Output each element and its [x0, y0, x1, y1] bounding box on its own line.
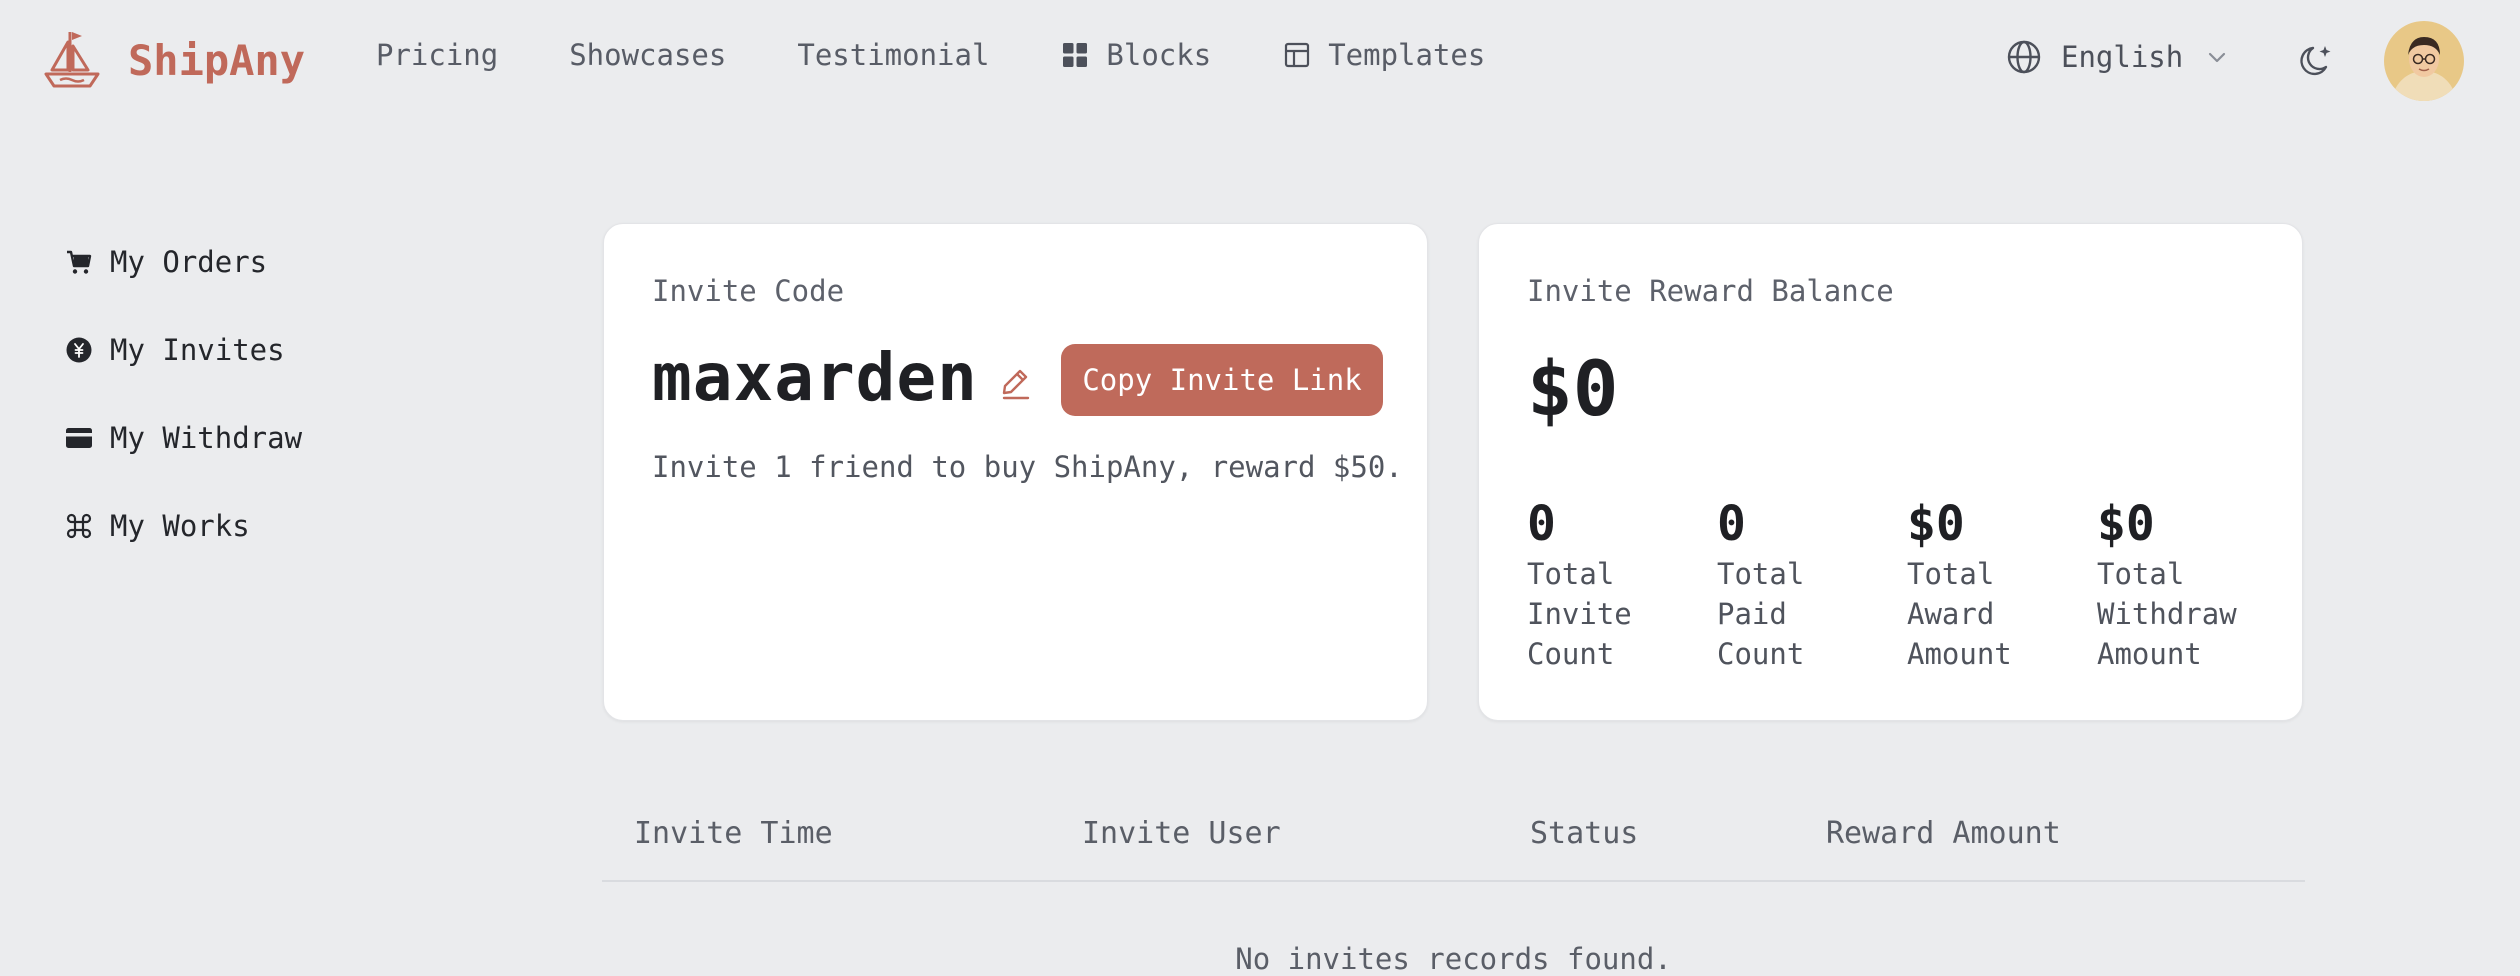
nav-showcases[interactable]: Showcases — [569, 38, 726, 72]
stat-value: $0 — [2097, 496, 2155, 552]
sidebar-item-label: My Invites — [110, 333, 285, 367]
stat-total-invite-count: 0 Total Invite Count — [1527, 494, 1717, 674]
nav-label: Blocks — [1106, 38, 1212, 72]
reward-stats: 0 Total Invite Count 0 Total Paid Count … — [1527, 494, 2287, 674]
brand-name: ShipAny — [128, 35, 306, 85]
column-header-invite-user[interactable]: Invite User — [1082, 816, 1281, 851]
stat-value: 0 — [1717, 496, 1746, 552]
nav-testimonial[interactable]: Testimonial — [797, 38, 989, 72]
nav-blocks[interactable]: Blocks — [1060, 38, 1211, 72]
invite-code-label: Invite Code — [652, 274, 845, 308]
column-header-status[interactable]: Status — [1530, 816, 1638, 851]
nav-templates[interactable]: Templates — [1282, 38, 1485, 72]
empty-table-message: No invites records found. — [1235, 942, 1672, 976]
nav-label: Templates — [1328, 38, 1486, 72]
sidebar-item-label: My Orders — [110, 245, 268, 279]
currency-circle-icon — [66, 337, 92, 363]
stat-value: $0 — [1907, 496, 1965, 552]
stat-label: Total Award Amount — [1907, 557, 2012, 671]
stat-value: 0 — [1527, 496, 1556, 552]
sidebar-item-label: My Withdraw — [110, 421, 303, 455]
credit-card-icon — [66, 428, 92, 448]
nav-label: Testimonial — [797, 38, 990, 72]
nav-pricing[interactable]: Pricing — [376, 38, 498, 72]
stat-total-award-amount: $0 Total Award Amount — [1907, 494, 2097, 674]
sidebar-item-invites[interactable]: My Invites — [64, 320, 364, 380]
sailboat-logo-icon — [44, 32, 100, 88]
sidebar-item-withdraw[interactable]: My Withdraw — [64, 408, 364, 468]
stat-label: Total Withdraw Amount — [2097, 557, 2237, 671]
stat-total-withdraw-amount: $0 Total Withdraw Amount — [2097, 494, 2287, 674]
nav-label: Showcases — [569, 38, 727, 72]
invite-code-row: maxarden — [652, 339, 1034, 416]
cart-icon — [67, 250, 92, 274]
language-selector[interactable]: English — [2005, 38, 2229, 76]
invite-code-card: Invite Code maxarden Copy Invite Link In… — [603, 223, 1428, 721]
command-icon — [66, 513, 92, 539]
logo[interactable]: ShipAny — [42, 28, 305, 92]
reward-balance-label: Invite Reward Balance — [1527, 274, 1894, 308]
sidebar-item-orders[interactable]: My Orders — [64, 232, 364, 292]
column-header-reward-amount[interactable]: Reward Amount — [1826, 816, 2061, 851]
avatar-image — [2384, 21, 2464, 101]
stat-label: Total Invite Count — [1527, 557, 1632, 671]
stat-total-paid-count: 0 Total Paid Count — [1717, 494, 1907, 674]
invite-description: Invite 1 friend to buy ShipAny, reward $… — [652, 450, 1403, 484]
pencil-icon[interactable] — [998, 365, 1034, 401]
globe-icon — [2007, 40, 2041, 74]
invites-table-header: Invite Time Invite User Status Reward Am… — [602, 800, 2305, 882]
moon-stars-icon[interactable] — [2296, 40, 2338, 82]
user-avatar[interactable] — [2384, 21, 2464, 101]
grid-icon — [1063, 43, 1088, 67]
copy-invite-link-button[interactable]: Copy Invite Link — [1061, 344, 1383, 416]
sidebar-item-works[interactable]: My Works — [64, 496, 364, 556]
top-header: ShipAny Pricing Showcases Testimonial Bl… — [0, 0, 2520, 122]
layout-icon — [1285, 42, 1310, 68]
main-nav: Pricing Showcases Testimonial Blocks Tem… — [376, 38, 1556, 72]
language-label: English — [2061, 40, 2184, 74]
invite-code-value: maxarden — [652, 339, 978, 416]
reward-balance-card: Invite Reward Balance $0 0 Total Invite … — [1478, 223, 2303, 721]
sidebar-item-label: My Works — [110, 509, 250, 543]
nav-label: Pricing — [376, 38, 499, 72]
chevron-down-icon — [2209, 52, 2226, 63]
stat-label: Total Paid Count — [1717, 557, 1805, 671]
column-header-invite-time[interactable]: Invite Time — [634, 816, 833, 851]
reward-balance-amount: $0 — [1527, 344, 1619, 433]
sidebar: My Orders My Invites My Withdraw My Work… — [64, 232, 364, 584]
